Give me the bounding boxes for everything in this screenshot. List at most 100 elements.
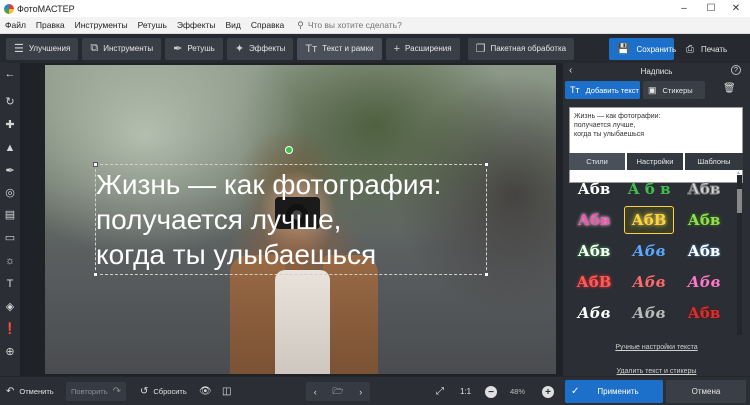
tab-improvements[interactable]: ☰ Улучшения (6, 37, 79, 60)
search-input[interactable] (307, 20, 448, 30)
menu-edit[interactable]: Правка (31, 17, 70, 34)
tab-label: Пакетная обработка (490, 44, 567, 53)
style-swatch[interactable]: А б в (624, 175, 674, 203)
globe-icon[interactable]: ⊕ (0, 344, 20, 360)
panel-header: ‹ Надпись ? (563, 63, 750, 79)
print-button[interactable]: ⎙ Печать (681, 38, 743, 60)
style-swatch[interactable]: Абв (624, 299, 674, 327)
pipette-icon[interactable]: ❗ (0, 321, 20, 337)
redo-icon: ↷ (112, 386, 121, 397)
printer-icon: ⎙ (686, 43, 694, 55)
chevron-left-icon[interactable]: ‹ (314, 387, 317, 397)
navigation-group: ‹ 🗁 › (306, 382, 370, 401)
fill-icon[interactable]: ◈ (0, 299, 20, 315)
style-swatch[interactable]: Абв (679, 237, 729, 265)
text-line: получается лучше, (574, 122, 636, 129)
style-swatch[interactable]: Абв (569, 299, 619, 327)
zoom-out-button[interactable]: − (485, 386, 497, 398)
stickers-button[interactable]: ▣ Стикеры (643, 81, 705, 99)
menu-effects[interactable]: Эффекты (172, 17, 221, 34)
tab-templates[interactable]: Шаблоны (685, 153, 743, 170)
stamp-icon[interactable]: ▲ (0, 140, 20, 156)
style-swatch[interactable]: Абв (679, 206, 729, 234)
tab-styles[interactable]: Стили (569, 153, 625, 170)
caption-line: получается лучше, (96, 204, 342, 235)
style-swatch[interactable]: Абв (624, 237, 674, 265)
folder-icon[interactable]: 🗁 (332, 384, 343, 400)
tab-effects[interactable]: ✦ Эффекты (226, 37, 294, 60)
heal-icon[interactable]: ✚ (0, 117, 20, 133)
style-swatch[interactable]: АбВ (624, 206, 674, 234)
style-swatch[interactable]: Абв (569, 175, 619, 203)
style-swatch[interactable]: Абв (679, 175, 729, 203)
gradient-icon[interactable]: ▤ (0, 207, 20, 223)
maximize-icon[interactable]: ☐ (697, 0, 725, 17)
fit-screen-icon[interactable]: ⤢ (436, 382, 444, 401)
style-swatch[interactable]: АбВ (569, 268, 619, 296)
save-label: Сохранить (636, 44, 677, 54)
help-icon[interactable]: ? (731, 65, 741, 75)
style-swatch[interactable]: Абв (624, 268, 674, 296)
crop-icon: ⧉ (90, 42, 99, 54)
minimize-icon[interactable]: – (670, 0, 698, 17)
style-swatch[interactable]: Абв (679, 299, 729, 327)
resize-handle[interactable] (484, 272, 489, 277)
save-button[interactable]: 💾 Сохранить (609, 38, 677, 60)
print-label: Печать (701, 44, 728, 54)
manual-settings-link[interactable]: Ручные настройки текста (563, 344, 750, 351)
search-box[interactable]: ⚲ (297, 20, 448, 31)
left-tool-strip: ← ↻ ✚ ▲ ✒ ◎ ▤ ▭ ☼ T ◈ ❗ ⊕ (0, 63, 20, 376)
radial-filter-icon[interactable]: ◎ (0, 185, 20, 201)
rotate-handle[interactable] (285, 146, 293, 154)
style-swatch[interactable]: Абв (569, 206, 619, 234)
menu-view[interactable]: Вид (221, 17, 246, 34)
scrollbar-thumb[interactable] (737, 189, 742, 213)
title-bar: ФотоМАСТЕР – ☐ ✕ (0, 0, 750, 17)
style-swatch[interactable]: Абв (569, 237, 619, 265)
undo-icon: ↶ (6, 386, 15, 397)
light-icon[interactable]: ☼ (0, 253, 20, 269)
zoom-actual-button[interactable]: 1:1 (460, 382, 471, 401)
tab-tools[interactable]: ⧉ Инструменты (82, 37, 162, 60)
tab-retouch[interactable]: ✒ Ретушь (165, 37, 223, 60)
apply-button[interactable]: ✓ Применить (565, 380, 663, 403)
compare-icon[interactable]: ◫ (222, 382, 231, 401)
cancel-button[interactable]: Отмена (666, 380, 746, 403)
brush-icon: ✒ (173, 43, 183, 55)
menu-help[interactable]: Справка (246, 17, 289, 34)
text-tool-icon[interactable]: T (0, 276, 20, 292)
zoom-in-button[interactable]: + (542, 386, 554, 398)
resize-handle[interactable] (93, 272, 98, 277)
photo-detail (275, 270, 330, 374)
menu-tools[interactable]: Инструменты (70, 17, 133, 34)
delete-text-link[interactable]: Удалить текст и стикеры (563, 368, 750, 375)
tab-text-frames[interactable]: Tт Текст и рамки (297, 37, 382, 60)
vignette-icon[interactable]: ▭ (0, 230, 20, 246)
menu-file[interactable]: Файл (0, 17, 31, 34)
redo-button[interactable]: Повторить ↷ (66, 382, 126, 401)
tab-extensions[interactable]: + Расширения (385, 37, 460, 60)
text-input-area[interactable]: Жизнь — как фотографии: получается лучше… (569, 107, 743, 183)
tab-label: Расширения (405, 44, 452, 53)
trash-icon[interactable]: 🗑 (723, 83, 736, 94)
brush-icon[interactable]: ✒ (0, 163, 20, 179)
check-icon: ✓ (571, 386, 580, 397)
menu-retouch[interactable]: Ретушь (133, 17, 172, 34)
add-text-button[interactable]: Tт Добавить текст (565, 81, 640, 99)
tab-batch[interactable]: ❐ Пакетная обработка (467, 37, 575, 60)
reset-button[interactable]: ↺ Сбросить (140, 382, 187, 401)
text-line: Жизнь — как фотографии: (574, 113, 661, 120)
overlay-caption[interactable]: Жизнь — как фотография: получается лучше… (96, 167, 496, 272)
window-title: ФотоМАСТЕР (17, 3, 75, 14)
eye-icon[interactable]: 👁 (199, 382, 212, 401)
close-icon[interactable]: ✕ (722, 0, 750, 17)
rotate-icon[interactable]: ↻ (0, 94, 20, 110)
back-arrow-icon[interactable]: ← (0, 66, 20, 82)
chevron-right-icon[interactable]: › (359, 387, 362, 397)
zoom-level: 48% (510, 387, 526, 396)
style-swatch[interactable]: Абв (679, 268, 729, 296)
undo-button[interactable]: ↶ Отменить (6, 382, 54, 401)
tab-settings[interactable]: Настройки (627, 153, 683, 170)
tab-label: Ретушь (187, 44, 215, 53)
caption-line: когда ты улыбаешься (96, 239, 377, 270)
